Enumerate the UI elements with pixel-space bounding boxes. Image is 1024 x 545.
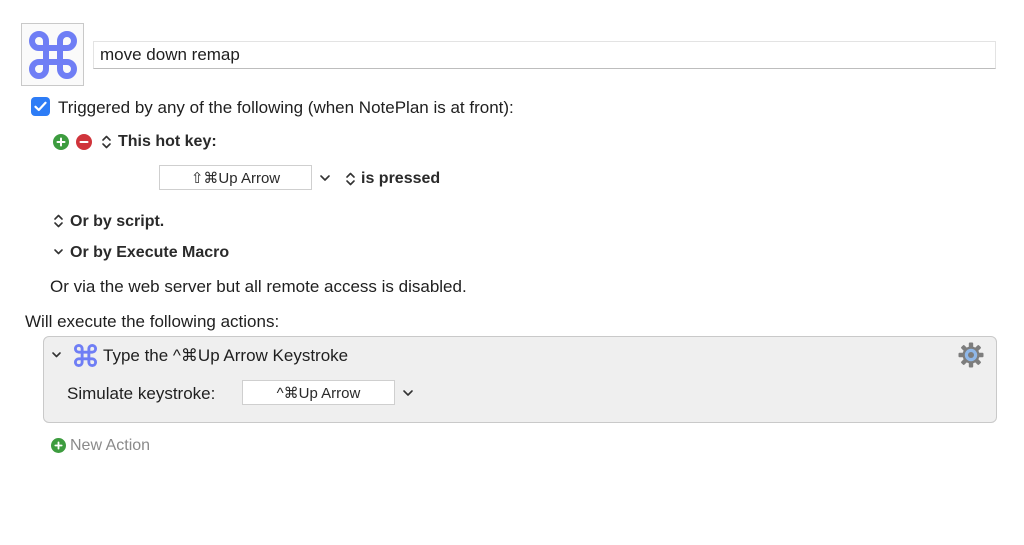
checkmark-icon	[34, 101, 47, 112]
chevron-down-icon[interactable]	[402, 389, 414, 397]
macro-icon-well[interactable]	[21, 23, 84, 86]
minus-icon	[79, 141, 89, 143]
updown-chevron-icon[interactable]	[101, 134, 112, 150]
updown-chevron-icon[interactable]	[53, 213, 64, 229]
trigger-enabled-checkbox[interactable]	[31, 97, 50, 116]
remove-trigger-button[interactable]	[76, 134, 92, 150]
collapse-chevron-icon[interactable]	[51, 351, 62, 359]
by-script-trigger[interactable]: Or by script.	[70, 212, 164, 232]
chevron-down-icon[interactable]	[319, 174, 331, 182]
macro-editor: Triggered by any of the following (when …	[0, 0, 1024, 545]
actions-heading: Will execute the following actions:	[25, 312, 280, 331]
command-key-icon	[73, 343, 98, 368]
gear-icon[interactable]	[958, 342, 984, 368]
hotkey-state-popup[interactable]: is pressed	[361, 169, 440, 189]
new-action-button[interactable]: New Action	[70, 436, 150, 456]
macro-name-input[interactable]	[93, 41, 996, 69]
keystroke-field[interactable]: ^⌘Up Arrow	[242, 380, 395, 405]
add-trigger-button[interactable]	[53, 134, 69, 150]
by-execute-macro-trigger[interactable]: Or by Execute Macro	[70, 243, 229, 263]
plus-circle-icon[interactable]	[51, 438, 66, 453]
simulate-keystroke-label: Simulate keystroke:	[67, 384, 216, 403]
action-title: Type the ^⌘Up Arrow Keystroke	[103, 346, 349, 365]
trigger-label: Triggered by any of the following (when …	[58, 98, 514, 117]
hotkey-field[interactable]: ⇧⌘Up Arrow	[159, 165, 312, 190]
plus-icon	[54, 441, 63, 450]
web-server-note: Or via the web server but all remote acc…	[50, 277, 467, 296]
chevron-down-icon[interactable]	[53, 248, 64, 256]
hotkey-trigger-label: This hot key:	[118, 133, 217, 150]
updown-chevron-icon[interactable]	[345, 171, 356, 187]
plus-icon	[56, 137, 66, 147]
command-key-icon	[28, 30, 77, 79]
